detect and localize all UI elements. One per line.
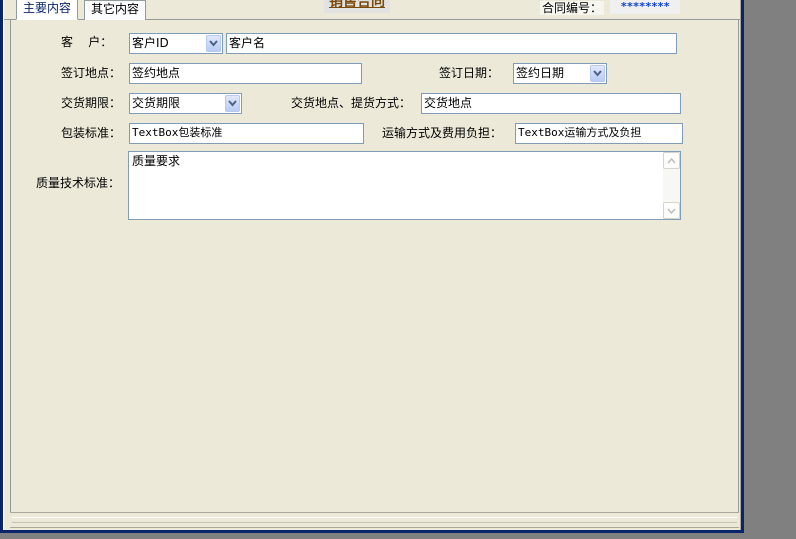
tab-main-content[interactable]: 主要内容 (16, 0, 78, 20)
sign-date-label: 签订日期： (439, 66, 500, 80)
quality-text: 质量要求 (132, 154, 181, 168)
arrow-up-icon (667, 158, 676, 164)
customer-name-field[interactable]: 客户名 (226, 33, 677, 54)
chevron-down-icon (593, 70, 602, 77)
chevron-down-icon (209, 40, 218, 47)
quality-label: 质量技术标准： (36, 176, 121, 190)
form-horizontal-scrollbar[interactable] (10, 512, 739, 528)
delivery-place-label: 交货地点、提货方式： (291, 96, 412, 110)
chevron-down-icon (228, 100, 237, 107)
contract-no-value: ******** (610, 0, 680, 14)
main-content-panel: 客 户： 客户ID 客户名 签订地点： 签约地点 签订日期： 签约日期 交货期限… (10, 20, 739, 512)
sign-place-label: 签订地点： (61, 66, 122, 80)
quality-vertical-scrollbar[interactable] (663, 152, 680, 219)
sign-place-field[interactable]: 签约地点 (129, 63, 362, 84)
contract-no-label: 合同编号： (540, 1, 605, 15)
packaging-label: 包装标准： (61, 126, 122, 140)
transport-label: 运输方式及费用负担： (382, 126, 503, 140)
arrow-down-icon (667, 208, 676, 214)
delivery-term-value: 交货期限 (132, 96, 181, 110)
delivery-place-field[interactable]: 交货地点 (421, 93, 681, 114)
page-title: 销售合同 (324, 0, 390, 13)
tab-strip: 主要内容 其它内容 销售合同 合同编号： ******** (4, 0, 740, 20)
sign-date-value: 签约日期 (516, 66, 565, 80)
sign-date-combo[interactable]: 签约日期 (513, 63, 607, 84)
customer-id-combo[interactable]: 客户ID (129, 33, 223, 54)
tab-other-content[interactable]: 其它内容 (84, 0, 146, 20)
scrollbar-track (12, 517, 737, 523)
scroll-down-button[interactable] (663, 202, 680, 219)
delivery-term-combo[interactable]: 交货期限 (129, 93, 242, 114)
customer-id-dropdown-button[interactable] (206, 35, 221, 52)
delivery-term-dropdown-button[interactable] (225, 95, 240, 112)
customer-label: 客 户： (61, 35, 113, 49)
scroll-up-button[interactable] (663, 152, 680, 169)
sales-contract-form: 主要内容 其它内容 销售合同 合同编号： ******** 客 户： 客户ID … (3, 0, 741, 530)
delivery-term-label: 交货期限： (61, 96, 122, 110)
packaging-field[interactable]: TextBox包装标准 (129, 123, 364, 144)
transport-field[interactable]: TextBox运输方式及负担 (515, 123, 683, 144)
sign-date-dropdown-button[interactable] (590, 65, 605, 82)
quality-textarea[interactable]: 质量要求 (128, 151, 681, 220)
customer-id-value: 客户ID (132, 36, 169, 50)
